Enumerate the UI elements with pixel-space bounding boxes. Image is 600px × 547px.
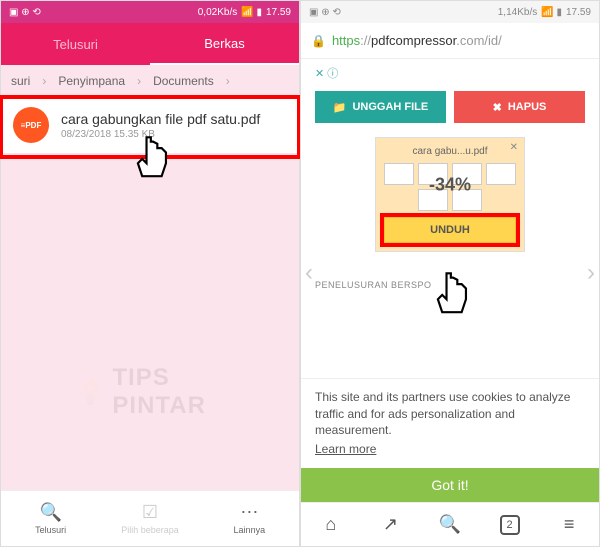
file-list: cara gabungkan file pdf satu.pdf 08/23/2… xyxy=(1,97,299,490)
sponsored-label: PENELUSURAN BERSPO xyxy=(315,280,585,290)
file-meta: 08/23/2018 15.35 KB xyxy=(61,129,287,140)
home-icon[interactable]: ⌂ xyxy=(301,503,361,546)
learn-more-link[interactable]: Learn more xyxy=(315,441,585,458)
tab-files[interactable]: Berkas xyxy=(150,24,299,65)
watermark: TIPS PINTAR xyxy=(76,364,225,420)
url-bar[interactable]: 🔒 https://pdfcompressor.com/id/ xyxy=(301,23,599,59)
breadcrumb[interactable]: suri› Penyimpana› Documents› xyxy=(1,65,299,97)
delete-button[interactable]: ✖HAPUS xyxy=(454,91,585,123)
folder-icon: 📁 xyxy=(333,101,347,114)
status-bar: ▣ ⊕ ⟲ 0,02Kb/s 📶 ▮ 17.59 xyxy=(1,1,299,23)
cursor-icon xyxy=(431,269,475,323)
nav-browse[interactable]: 🔍Telusuri xyxy=(1,491,100,546)
file-name: cara gabungkan file pdf satu.pdf xyxy=(61,111,287,127)
nav-select[interactable]: ☑Pilih beberapa xyxy=(100,491,199,546)
arrow-right-icon[interactable]: › xyxy=(587,259,595,287)
browser-nav: ⌂ ↗ 🔍 2 ≡ xyxy=(301,502,599,546)
arrow-left-icon[interactable]: ‹ xyxy=(305,259,313,287)
nav-more[interactable]: ⋯Lainnya xyxy=(200,491,299,546)
file-item[interactable]: cara gabungkan file pdf satu.pdf 08/23/2… xyxy=(1,97,299,153)
tab-browse[interactable]: Telusuri xyxy=(1,25,150,64)
download-button[interactable]: UNDUH xyxy=(384,217,516,243)
upload-button[interactable]: 📁UNGGAH FILE xyxy=(315,91,446,123)
pdf-icon xyxy=(13,107,49,143)
search-icon[interactable]: 🔍 xyxy=(420,503,480,546)
tabs-button[interactable]: 2 xyxy=(480,503,540,546)
cookie-notice: This site and its partners use cookies t… xyxy=(301,378,599,468)
file-manager-tabs: Telusuri Berkas xyxy=(1,23,299,65)
ad-close[interactable]: ✕ ⓘ xyxy=(315,65,338,81)
menu-icon[interactable]: ≡ xyxy=(539,503,599,546)
share-icon[interactable]: ↗ xyxy=(361,503,421,546)
preview-close-icon[interactable]: ✕ xyxy=(510,142,518,153)
compression-percent: -34% xyxy=(429,174,471,195)
close-icon: ✖ xyxy=(493,101,502,114)
bottom-nav: 🔍Telusuri ☑Pilih beberapa ⋯Lainnya xyxy=(1,490,299,546)
gotit-button[interactable]: Got it! xyxy=(301,468,599,502)
lock-icon: 🔒 xyxy=(311,34,326,48)
file-preview: ✕ cara gabu...u.pdf -34% UNDUH xyxy=(375,137,525,252)
status-bar: ▣ ⊕ ⟲ 1,14Kb/s 📶 ▮ 17.59 xyxy=(301,1,599,23)
right-phone: ▣ ⊕ ⟲ 1,14Kb/s 📶 ▮ 17.59 🔒 https://pdfco… xyxy=(300,0,600,547)
left-phone: ▣ ⊕ ⟲ 0,02Kb/s 📶 ▮ 17.59 Telusuri Berkas… xyxy=(0,0,300,547)
